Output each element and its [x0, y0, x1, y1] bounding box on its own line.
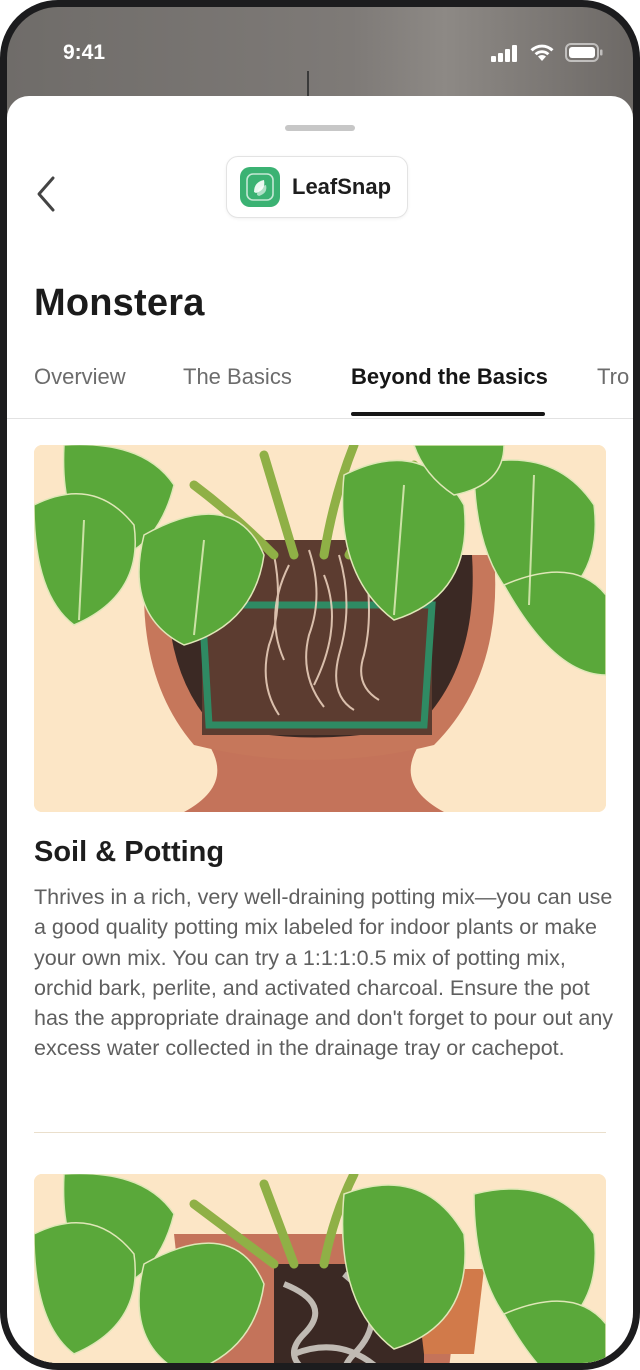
- status-icons: [491, 43, 603, 62]
- chevron-left-icon: [37, 176, 55, 212]
- leafsnap-logo-icon: [240, 167, 280, 207]
- sheet-grabber[interactable]: [285, 125, 355, 131]
- phone-frame: 9:41 LeafSnap Monstera Overview The Basi…: [0, 0, 640, 1370]
- tab-overview[interactable]: Overview: [34, 364, 126, 390]
- app-name: LeafSnap: [292, 174, 392, 199]
- tab-troubleshooting[interactable]: Tro: [597, 364, 629, 390]
- tab-beyond-the-basics[interactable]: Beyond the Basics: [351, 364, 548, 390]
- section-divider: [34, 1132, 606, 1133]
- back-button[interactable]: [29, 168, 63, 220]
- status-bar: 9:41: [7, 7, 633, 102]
- repotting-illustration: [34, 1174, 606, 1363]
- status-time: 9:41: [63, 41, 106, 64]
- tab-bar: Overview The Basics Beyond the Basics Tr…: [7, 350, 633, 419]
- soil-potting-illustration: [34, 445, 606, 812]
- battery-icon: [565, 43, 603, 62]
- wifi-icon: [530, 44, 554, 61]
- plant-detail-sheet: LeafSnap Monstera Overview The Basics Be…: [7, 96, 633, 1363]
- page-title: Monstera: [34, 282, 205, 324]
- cellular-signal-icon: [491, 44, 517, 62]
- section-body: Thrives in a rich, very well-draining po…: [34, 885, 614, 1061]
- active-tab-indicator: [351, 412, 545, 416]
- tab-the-basics[interactable]: The Basics: [183, 364, 292, 390]
- app-badge[interactable]: LeafSnap: [226, 156, 408, 218]
- section-title: Soil & Potting: [34, 836, 225, 868]
